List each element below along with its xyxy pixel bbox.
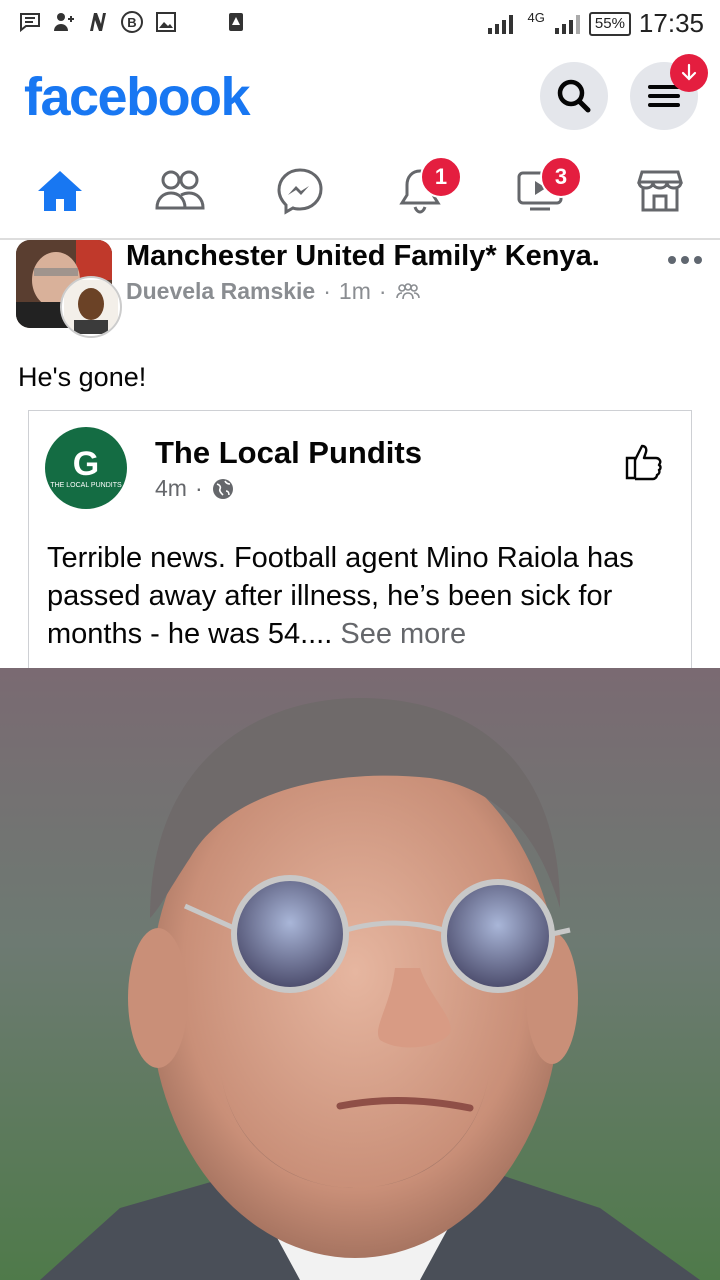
post-photo[interactable] <box>0 668 720 1280</box>
signal-icon <box>487 14 513 34</box>
download-badge[interactable] <box>670 54 708 92</box>
watch-badge: 3 <box>540 156 582 198</box>
tab-friends[interactable] <box>152 166 208 216</box>
arrow-down-icon <box>681 63 697 81</box>
app-header: facebook <box>0 48 720 144</box>
svg-text:B: B <box>127 15 136 30</box>
group-name[interactable]: Manchester United Family* Kenya. <box>126 240 600 273</box>
search-button[interactable] <box>540 62 608 130</box>
tab-notifications[interactable]: 1 <box>392 156 462 216</box>
tab-watch[interactable]: 3 <box>512 156 582 216</box>
portrait-image <box>0 668 720 1280</box>
tab-marketplace[interactable] <box>632 166 688 216</box>
globe-icon <box>212 478 233 499</box>
battery-indicator: 55% <box>588 11 631 36</box>
nav-tabs: 1 3 <box>0 144 720 240</box>
notifications-badge: 1 <box>420 156 462 198</box>
shared-post-card[interactable]: G THE LOCAL PUNDITS The Local Pundits 4m… <box>28 410 692 671</box>
page-logo-mark: G <box>72 444 100 483</box>
separator-dot: · <box>378 278 387 304</box>
n-icon <box>90 13 106 31</box>
home-icon <box>38 171 82 211</box>
post-text: He's gone! <box>18 362 147 392</box>
user-avatar[interactable] <box>60 276 122 338</box>
more-options-button[interactable] <box>668 256 702 264</box>
group-members-icon <box>395 282 420 299</box>
page-name[interactable]: The Local Pundits <box>155 435 422 471</box>
shared-post-meta: 4m · <box>155 475 235 502</box>
post-header: Manchester United Family* Kenya. Duevela… <box>0 240 720 340</box>
user-photo <box>64 280 118 334</box>
page-logo-text: THE LOCAL PUNDITS <box>50 481 122 489</box>
add-user-icon <box>54 13 74 31</box>
search-icon <box>557 79 591 113</box>
shared-post-text: Terrible news. Football agent Mino Raiol… <box>47 539 677 653</box>
chat-icon <box>20 13 40 33</box>
tab-home[interactable] <box>32 166 88 216</box>
status-bar: B 4G 55% 17:35 <box>0 0 720 48</box>
network-label: 4G <box>527 10 545 25</box>
store-icon <box>637 170 683 212</box>
like-page-button[interactable] <box>623 441 665 486</box>
facebook-logo[interactable]: facebook <box>24 66 251 128</box>
friends-icon <box>155 170 205 210</box>
clock: 17:35 <box>638 8 704 38</box>
page-avatar[interactable]: G THE LOCAL PUNDITS <box>45 427 127 509</box>
post-meta: Duevela Ramskie · 1m · <box>126 278 421 305</box>
separator-dot: · <box>194 475 203 501</box>
signal-icon-2 <box>554 14 580 34</box>
image-icon <box>156 12 176 32</box>
shared-post-time[interactable]: 4m <box>155 475 187 502</box>
warning-icon <box>229 13 243 31</box>
messenger-icon <box>277 168 323 215</box>
tab-messenger[interactable] <box>272 166 328 216</box>
separator-dot: · <box>323 278 331 304</box>
see-more-link[interactable]: See more <box>332 618 466 650</box>
author-name[interactable]: Duevela Ramskie <box>126 278 315 305</box>
post-time[interactable]: 1m <box>339 278 371 305</box>
thumbs-up-icon <box>625 444 662 481</box>
b-icon: B <box>121 11 143 33</box>
